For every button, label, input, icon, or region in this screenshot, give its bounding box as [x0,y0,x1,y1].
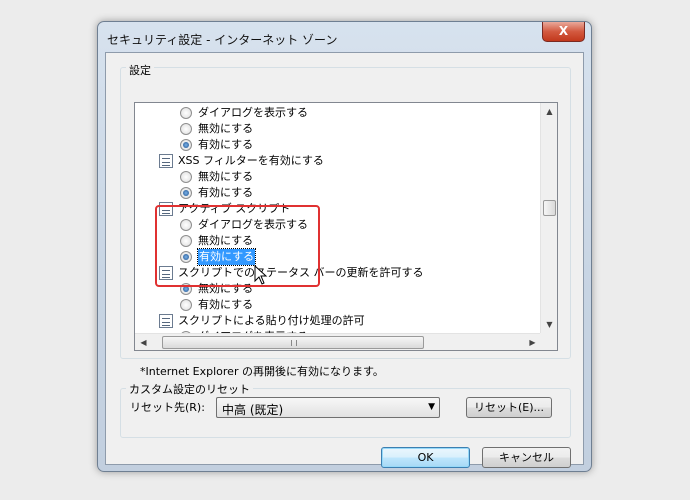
category-row: XSS フィルターを有効にする [135,153,535,169]
radio-option-label[interactable]: ダイアログを表示する [198,105,308,121]
scroll-corner [540,333,557,350]
radio-button-checked[interactable] [180,139,192,151]
radio-option-row[interactable]: 無効にする [135,169,535,185]
horizontal-scroll-thumb[interactable] [162,336,424,349]
horizontal-scrollbar[interactable]: ◀ ▶ [135,333,541,350]
category-row: スクリプトによる貼り付け処理の許可 [135,313,535,329]
reset-button[interactable]: リセット(E)... [466,397,552,418]
category-label: XSS フィルターを有効にする [178,154,324,167]
radio-option-label[interactable]: 有効にする [198,185,253,201]
mouse-cursor-icon [254,265,268,285]
dialog-title: セキュリティ設定 - インターネット ゾーン [107,33,338,47]
cancel-button[interactable]: キャンセル [482,447,571,468]
radio-button-checked[interactable] [180,187,192,199]
ok-button[interactable]: OK [381,447,470,468]
scroll-down-arrow-icon[interactable]: ▼ [541,316,558,333]
radio-option-label[interactable]: 有効にする [198,297,253,313]
reset-to-label: リセット先(R): [130,401,205,414]
title-bar[interactable]: セキュリティ設定 - インターネット ゾーン X [98,22,591,52]
category-label: スクリプトによる貼り付け処理の許可 [178,314,365,327]
radio-button[interactable] [180,299,192,311]
settings-group-label: 設定 [126,62,154,78]
vertical-scrollbar[interactable]: ▲ ▼ [540,103,557,333]
reset-group-label: カスタム設定のリセット [126,381,253,397]
radio-option-row[interactable]: 有効にする [135,297,535,313]
radio-option-row[interactable]: 有効にする [135,137,535,153]
radio-option-row[interactable]: ダイアログを表示する [135,105,535,121]
scroll-right-arrow-icon[interactable]: ▶ [524,334,541,351]
close-button[interactable]: X [542,22,585,42]
settings-category-icon [159,154,173,168]
annotation-highlight-box [155,205,320,287]
scroll-grip-icon [291,340,297,346]
security-settings-dialog: セキュリティ設定 - インターネット ゾーン X 設定 ダイアログを表示する 無効… [97,21,592,472]
scroll-up-arrow-icon[interactable]: ▲ [541,103,558,120]
scroll-left-arrow-icon[interactable]: ◀ [135,334,152,351]
radio-option-label[interactable]: 無効にする [198,121,253,137]
reset-level-dropdown[interactable]: 中高 (既定) ▼ [216,397,440,418]
dialog-client-area: 設定 ダイアログを表示する 無効にする 有効にする XSS フィルターを有効にする 無効… [105,52,584,468]
radio-button[interactable] [180,107,192,119]
radio-option-row[interactable]: 無効にする [135,121,535,137]
chevron-down-icon: ▼ [428,402,435,412]
radio-button[interactable] [180,171,192,183]
radio-button[interactable] [180,123,192,135]
vertical-scroll-thumb[interactable] [543,200,556,216]
radio-option-row[interactable]: 有効にする [135,185,535,201]
radio-option-label[interactable]: 無効にする [198,169,253,185]
dropdown-selected-value: 中高 (既定) [222,403,284,417]
restart-note: *Internet Explorer の再開後に有効になります。 [140,365,384,378]
settings-category-icon [159,314,173,328]
radio-option-label[interactable]: 有効にする [198,137,253,153]
